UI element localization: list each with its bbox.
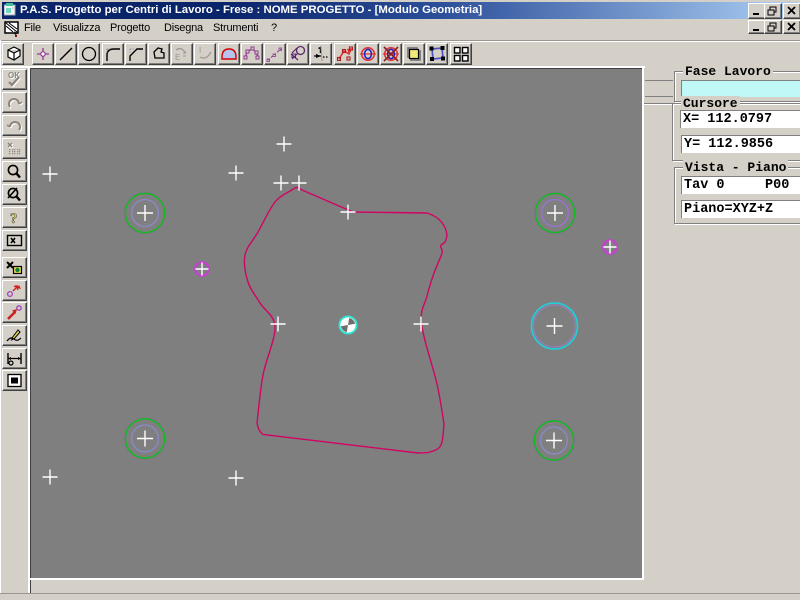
svg-text:E: E: [175, 53, 180, 62]
svg-text:?: ?: [10, 211, 18, 227]
svg-text:I: I: [199, 46, 201, 55]
